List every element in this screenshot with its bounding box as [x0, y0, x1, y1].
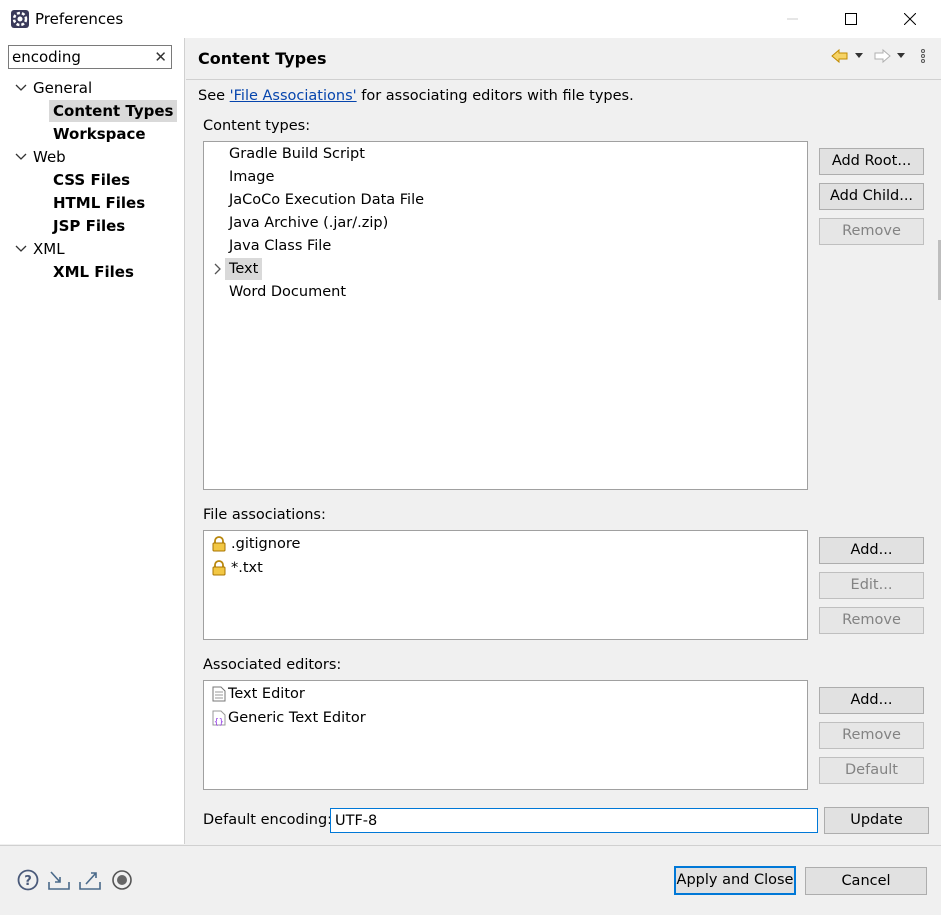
import-icon[interactable] — [47, 868, 71, 892]
file-associations-label: File associations: — [203, 507, 326, 523]
eclipse-app-icon — [11, 10, 29, 28]
view-menu-icon[interactable] — [919, 48, 927, 64]
forward-arrow-icon[interactable] — [873, 48, 891, 64]
file-associations-list[interactable]: .gitignore *.txt — [203, 530, 808, 640]
default-encoding-input[interactable] — [335, 810, 805, 831]
text-file-icon — [212, 686, 226, 702]
remove-file-association-button[interactable]: Remove — [819, 607, 924, 634]
window-title: Preferences — [35, 10, 124, 28]
associated-editors-label: Associated editors: — [203, 657, 342, 673]
list-item[interactable]: Java Class File — [229, 235, 331, 257]
list-item[interactable]: Java Archive (.jar/.zip) — [229, 212, 388, 234]
content-types-tree[interactable]: Gradle Build Script Image JaCoCo Executi… — [203, 141, 808, 490]
svg-text:?: ? — [24, 874, 32, 889]
list-item[interactable]: JaCoCo Execution Data File — [229, 189, 424, 211]
update-button[interactable]: Update — [824, 807, 929, 834]
back-dropdown-icon[interactable] — [854, 52, 864, 60]
default-encoding-label: Default encoding: — [203, 812, 333, 828]
tree-item-content-types[interactable]: Content Types — [49, 100, 178, 122]
add-editor-button[interactable]: Add... — [819, 687, 924, 714]
filter-field[interactable]: ✕ — [8, 45, 172, 69]
file-associations-link[interactable]: 'File Associations' — [230, 88, 357, 104]
tree-item-xml[interactable]: XML — [33, 238, 65, 260]
default-encoding-field[interactable] — [330, 808, 818, 833]
tree-item-web[interactable]: Web — [33, 146, 66, 168]
tree-item-css-files[interactable]: CSS Files — [53, 169, 130, 191]
chevron-down-icon[interactable] — [14, 77, 28, 99]
tree-item-general[interactable]: General — [33, 77, 92, 99]
content-types-label: Content types: — [203, 118, 311, 134]
tree-item-html-files[interactable]: HTML Files — [53, 192, 145, 214]
edit-file-association-button[interactable]: Edit... — [819, 572, 924, 599]
chevron-down-icon[interactable] — [14, 146, 28, 168]
tree-item-jsp-files[interactable]: JSP Files — [53, 215, 125, 237]
remove-editor-button[interactable]: Remove — [819, 722, 924, 749]
close-button[interactable] — [887, 0, 933, 38]
clear-filter-icon[interactable]: ✕ — [154, 48, 167, 66]
list-item[interactable]: Image — [229, 166, 274, 188]
apply-and-close-button[interactable]: Apply and Close — [674, 866, 796, 895]
see-prefix: See — [198, 88, 230, 104]
cancel-button[interactable]: Cancel — [805, 867, 927, 895]
add-root-button[interactable]: Add Root... — [819, 148, 924, 175]
page-title: Content Types — [198, 49, 327, 68]
associated-editors-list[interactable]: Text Editor {} Generic Text Editor — [203, 680, 808, 790]
minimize-button[interactable] — [770, 0, 816, 38]
svg-text:{}: {} — [214, 717, 224, 726]
list-item[interactable]: Gradle Build Script — [229, 143, 365, 165]
chevron-right-icon[interactable] — [212, 262, 222, 276]
forward-dropdown-icon[interactable] — [896, 52, 906, 60]
close-icon — [904, 13, 916, 25]
export-icon[interactable] — [78, 868, 102, 892]
lock-icon — [212, 536, 226, 552]
dialog-footer — [0, 845, 941, 915]
see-file-associations-text: See 'File Associations' for associating … — [198, 88, 634, 104]
filter-input[interactable] — [12, 47, 152, 67]
minimize-icon — [787, 18, 798, 20]
maximize-button[interactable] — [828, 0, 874, 38]
tree-item-xml-files[interactable]: XML Files — [53, 261, 134, 283]
add-file-association-button[interactable]: Add... — [819, 537, 924, 564]
list-item[interactable]: .gitignore — [231, 533, 300, 555]
lock-icon — [212, 560, 226, 576]
remove-content-type-button[interactable]: Remove — [819, 218, 924, 245]
help-icon[interactable]: ? — [16, 868, 40, 892]
back-arrow-icon[interactable] — [831, 48, 849, 64]
tree-item-workspace[interactable]: Workspace — [53, 123, 146, 145]
maximize-icon — [845, 13, 857, 25]
add-child-button[interactable]: Add Child... — [819, 183, 924, 210]
list-item[interactable]: *.txt — [231, 557, 263, 579]
list-item[interactable]: Text Editor — [228, 683, 305, 705]
default-editor-button[interactable]: Default — [819, 757, 924, 784]
list-item[interactable]: Word Document — [229, 281, 346, 303]
chevron-down-icon[interactable] — [14, 238, 28, 260]
generic-editor-icon: {} — [212, 710, 226, 726]
list-item[interactable]: Generic Text Editor — [228, 707, 366, 729]
see-suffix: for associating editors with file types. — [356, 88, 634, 104]
list-item-text-selected[interactable]: Text — [225, 258, 263, 280]
record-icon[interactable] — [110, 868, 134, 892]
